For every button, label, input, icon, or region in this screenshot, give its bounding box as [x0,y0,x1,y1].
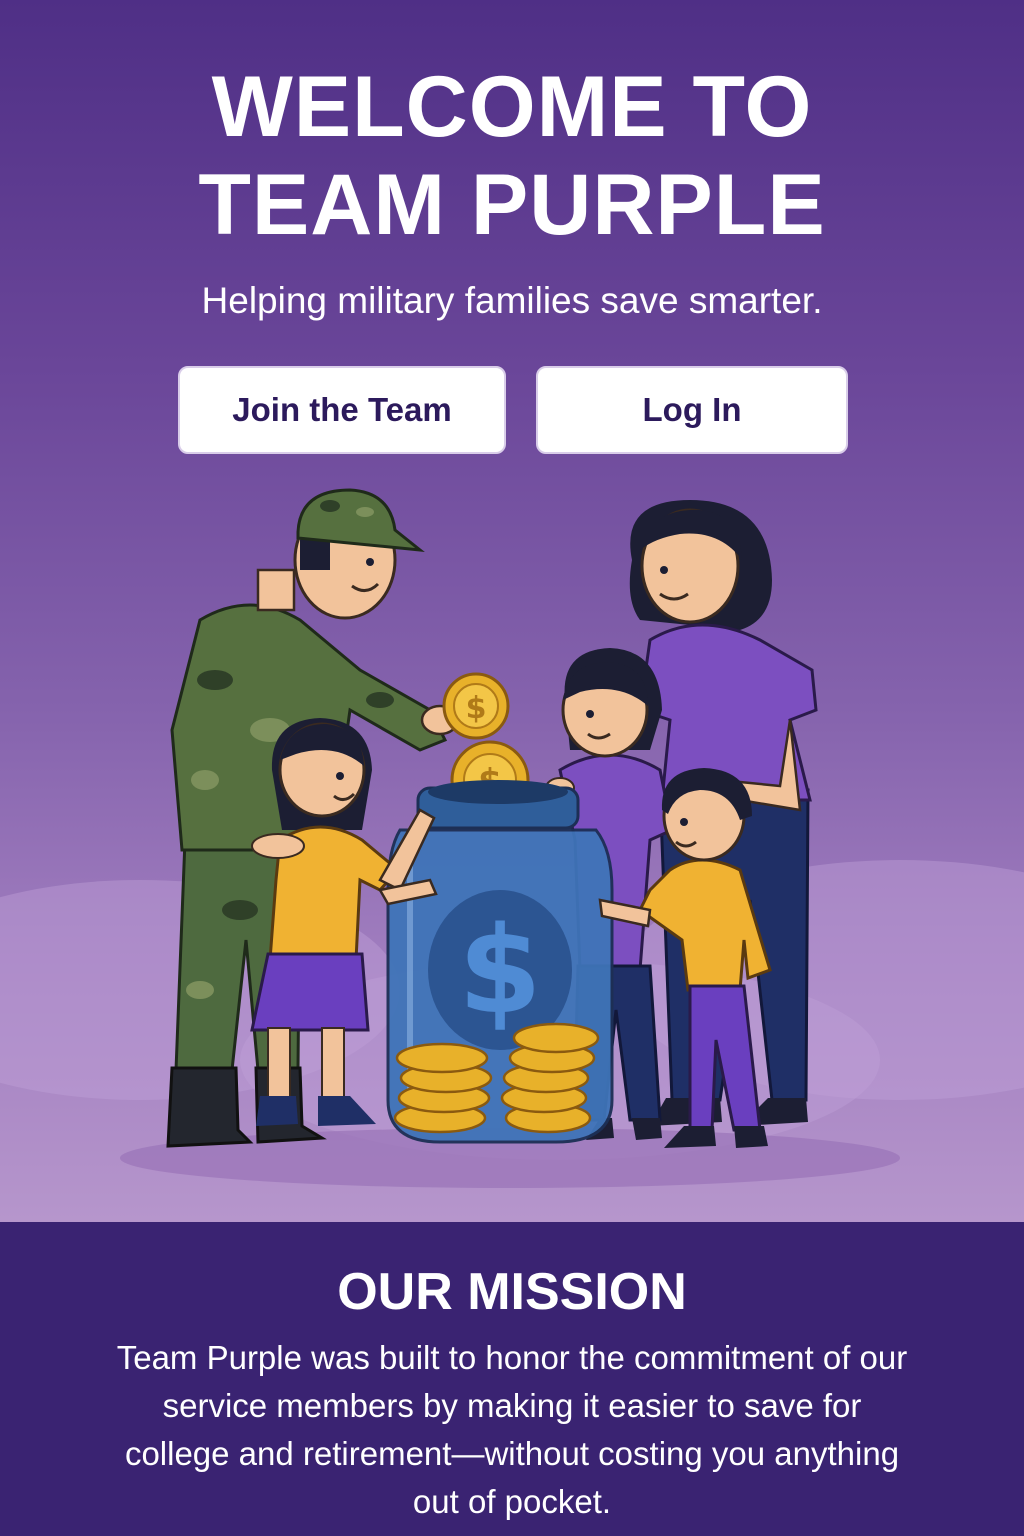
hero-section: WELCOME TO TEAM PURPLE Helping military … [0,0,1024,1222]
coin-icon: $ [442,672,510,740]
family-saving-illustration: $ $ [120,488,900,1188]
title-line-1: WELCOME TO [211,59,813,155]
join-team-button[interactable]: Join the Team [178,366,506,454]
svg-text:$: $ [466,691,487,726]
title-line-2: TEAM PURPLE [198,157,826,253]
mission-text: Team Purple was built to honor the commi… [116,1339,908,1520]
login-button[interactable]: Log In [536,366,848,454]
hero-subtitle: Helping military families save smarter. [201,280,823,321]
page-title: WELCOME TO TEAM PURPLE [0,58,1024,254]
mission-title: OUR MISSION [337,1263,687,1321]
svg-text:$: $ [458,902,542,1041]
